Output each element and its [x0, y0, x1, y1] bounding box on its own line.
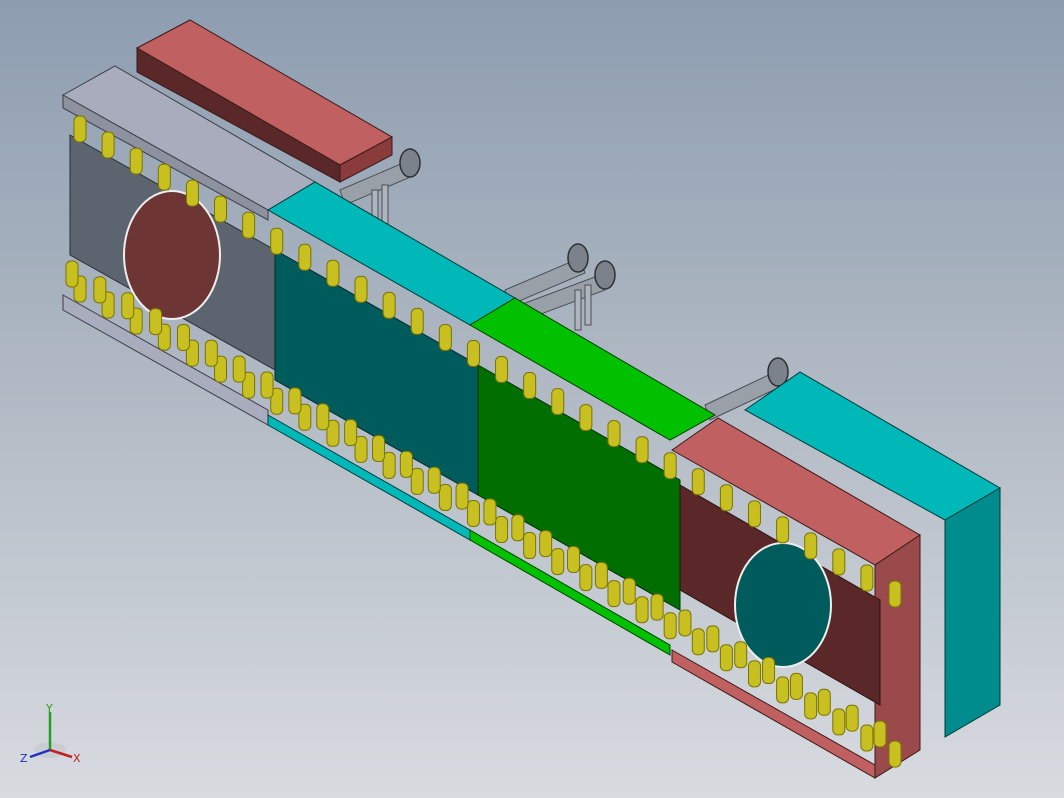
triad-y-label: Y: [45, 702, 53, 715]
roller: [860, 724, 874, 752]
roller: [594, 561, 608, 589]
roller: [326, 259, 340, 287]
roller: [635, 436, 649, 464]
roller: [232, 355, 246, 383]
roller: [204, 339, 218, 367]
roller: [747, 500, 761, 528]
roller: [747, 660, 761, 688]
handwheel-1: [399, 148, 421, 178]
roller: [399, 450, 413, 478]
roller: [845, 704, 859, 732]
roller: [466, 339, 480, 367]
roller: [511, 514, 525, 542]
roller: [579, 564, 593, 592]
roller: [663, 612, 677, 640]
roller: [551, 388, 565, 416]
roller: [288, 387, 302, 415]
triad-x-label: X: [73, 752, 81, 765]
roller: [410, 307, 424, 335]
roller: [607, 420, 621, 448]
roller: [101, 131, 115, 159]
roller: [832, 708, 846, 736]
roller: [579, 404, 593, 432]
roller: [607, 580, 621, 608]
roller: [260, 371, 274, 399]
roller: [495, 356, 509, 384]
roller: [157, 163, 171, 191]
roller: [635, 596, 649, 624]
roller: [466, 499, 480, 527]
roller: [539, 530, 553, 558]
roller: [270, 227, 284, 255]
roller: [888, 740, 902, 768]
roller: [523, 532, 537, 560]
roller: [678, 609, 692, 637]
roller: [523, 372, 537, 400]
roller: [663, 452, 677, 480]
roller: [551, 548, 565, 576]
roller: [214, 195, 228, 223]
roller: [185, 179, 199, 207]
handwheel-2: [567, 243, 589, 273]
roller: [371, 434, 385, 462]
roller: [860, 564, 874, 592]
roller: [65, 260, 79, 288]
handwheel-3: [594, 260, 616, 290]
roller: [298, 243, 312, 271]
roller: [93, 276, 107, 304]
cad-3d-viewport[interactable]: Y X Z: [0, 0, 1064, 798]
roller: [804, 692, 818, 720]
roller: [455, 482, 469, 510]
roller: [73, 115, 87, 143]
roller: [650, 593, 664, 621]
roller: [691, 628, 705, 656]
roller: [622, 577, 636, 605]
roller: [719, 644, 733, 672]
roller: [316, 403, 330, 431]
roller: [789, 672, 803, 700]
roller: [804, 532, 818, 560]
roller: [817, 688, 831, 716]
roller: [149, 308, 163, 336]
roller: [129, 147, 143, 175]
roller: [354, 275, 368, 303]
red-block-port: [734, 542, 832, 668]
roller: [438, 483, 452, 511]
roller: [176, 323, 190, 351]
roller: [483, 498, 497, 526]
roller: [242, 211, 256, 239]
roller: [706, 625, 720, 653]
roller: [776, 676, 790, 704]
roller: [734, 641, 748, 669]
roller: [427, 466, 441, 494]
roller: [888, 580, 902, 608]
roller: [776, 516, 790, 544]
grey-block-port: [123, 190, 221, 320]
roller: [567, 546, 581, 574]
roller: [873, 720, 887, 748]
roller: [691, 468, 705, 496]
roller: [719, 484, 733, 512]
roller: [382, 291, 396, 319]
roller: [832, 548, 846, 576]
triad-z-label: Z: [20, 752, 28, 765]
roller: [762, 657, 776, 685]
green-middle-block[interactable]: [469, 297, 717, 656]
roller: [121, 292, 135, 320]
view-orientation-triad[interactable]: Y X Z: [18, 702, 88, 772]
roller: [438, 323, 452, 351]
conveyor-assembly-model[interactable]: [0, 0, 1064, 798]
roller: [410, 467, 424, 495]
roller: [495, 516, 509, 544]
roller: [344, 419, 358, 447]
